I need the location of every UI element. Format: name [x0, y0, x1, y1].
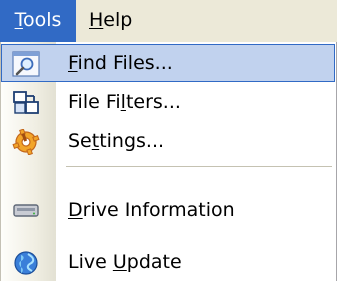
menu-item-drive-information[interactable]: Drive Information — [0, 191, 336, 229]
menu-item-label: File Filters... — [68, 91, 181, 113]
menu-item-find-files[interactable]: Find Files... — [0, 44, 336, 82]
menu-bar: Tools Help — [0, 0, 337, 43]
find-files-icon — [12, 51, 40, 77]
settings-icon — [12, 129, 40, 155]
menu-tools-accesskey: T — [14, 9, 23, 31]
menu-item-label: Settings... — [68, 130, 165, 152]
tools-dropdown-menu: Find Files... File Filters... Settings..… — [0, 42, 337, 281]
globe-icon — [14, 251, 38, 275]
drive-icon — [13, 204, 39, 217]
menu-item-live-update[interactable]: Live Update — [0, 243, 336, 281]
menu-item-label: Find Files... — [68, 52, 173, 74]
menu-item-label: Drive Information — [68, 199, 235, 221]
menu-tools[interactable]: Tools — [0, 0, 76, 42]
menu-separator — [66, 166, 332, 167]
menu-help-accesskey: H — [89, 9, 104, 31]
file-filters-icon — [13, 91, 39, 114]
menu-help[interactable]: Help — [81, 0, 140, 42]
menu-item-label: Live Update — [68, 251, 182, 273]
menu-item-settings[interactable]: Settings... — [0, 122, 336, 160]
menu-item-file-filters[interactable]: File Filters... — [0, 83, 336, 121]
menu-help-label-post: elp — [103, 9, 133, 31]
menu-tools-label-post: ools — [22, 9, 62, 31]
